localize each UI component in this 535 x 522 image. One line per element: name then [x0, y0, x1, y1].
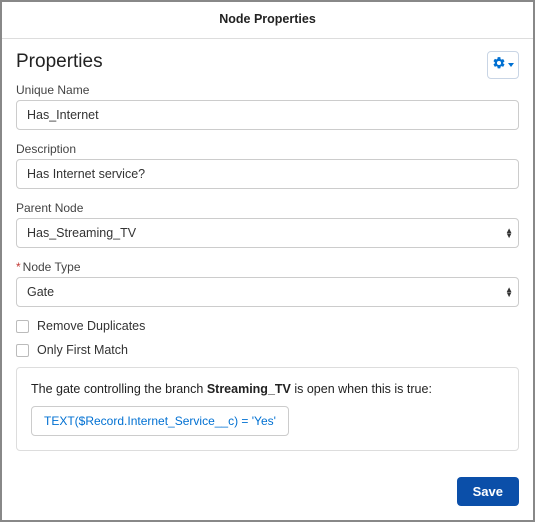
unique-name-label: Unique Name [16, 83, 519, 97]
node-type-label: *Node Type [16, 260, 519, 274]
node-type-select[interactable] [16, 277, 519, 307]
chevron-down-icon [508, 63, 514, 67]
node-type-field: *Node Type ▲▼ [16, 260, 519, 307]
gear-icon [492, 56, 506, 75]
window-title: Node Properties [2, 2, 533, 39]
remove-duplicates-label: Remove Duplicates [37, 319, 145, 333]
parent-node-select-wrap: ▲▼ [16, 218, 519, 248]
only-first-match-row: Only First Match [16, 343, 519, 357]
required-star: * [16, 260, 21, 274]
save-button[interactable]: Save [457, 477, 519, 506]
parent-node-label: Parent Node [16, 201, 519, 215]
description-input[interactable] [16, 159, 519, 189]
unique-name-field: Unique Name [16, 83, 519, 130]
gate-text-prefix: The gate controlling the branch [31, 382, 207, 396]
dialog-footer: Save [2, 467, 533, 520]
dialog-frame: Node Properties Properties Unique Name D… [0, 0, 535, 522]
only-first-match-checkbox[interactable] [16, 344, 29, 357]
section-header: Properties [16, 51, 519, 79]
gate-description: The gate controlling the branch Streamin… [31, 382, 504, 396]
parent-node-field: Parent Node ▲▼ [16, 201, 519, 248]
description-label: Description [16, 142, 519, 156]
gate-text-suffix: is open when this is true: [291, 382, 432, 396]
description-field: Description [16, 142, 519, 189]
only-first-match-label: Only First Match [37, 343, 128, 357]
section-title: Properties [16, 51, 103, 73]
remove-duplicates-checkbox[interactable] [16, 320, 29, 333]
node-type-label-text: Node Type [23, 260, 81, 274]
settings-menu-button[interactable] [487, 51, 519, 79]
parent-node-select[interactable] [16, 218, 519, 248]
unique-name-input[interactable] [16, 100, 519, 130]
gate-formula[interactable]: TEXT($Record.Internet_Service__c) = 'Yes… [31, 406, 289, 436]
node-type-select-wrap: ▲▼ [16, 277, 519, 307]
dialog-body: Properties Unique Name Description Paren… [2, 39, 533, 467]
remove-duplicates-row: Remove Duplicates [16, 319, 519, 333]
gate-branch-name: Streaming_TV [207, 382, 291, 396]
gate-info-box: The gate controlling the branch Streamin… [16, 367, 519, 451]
